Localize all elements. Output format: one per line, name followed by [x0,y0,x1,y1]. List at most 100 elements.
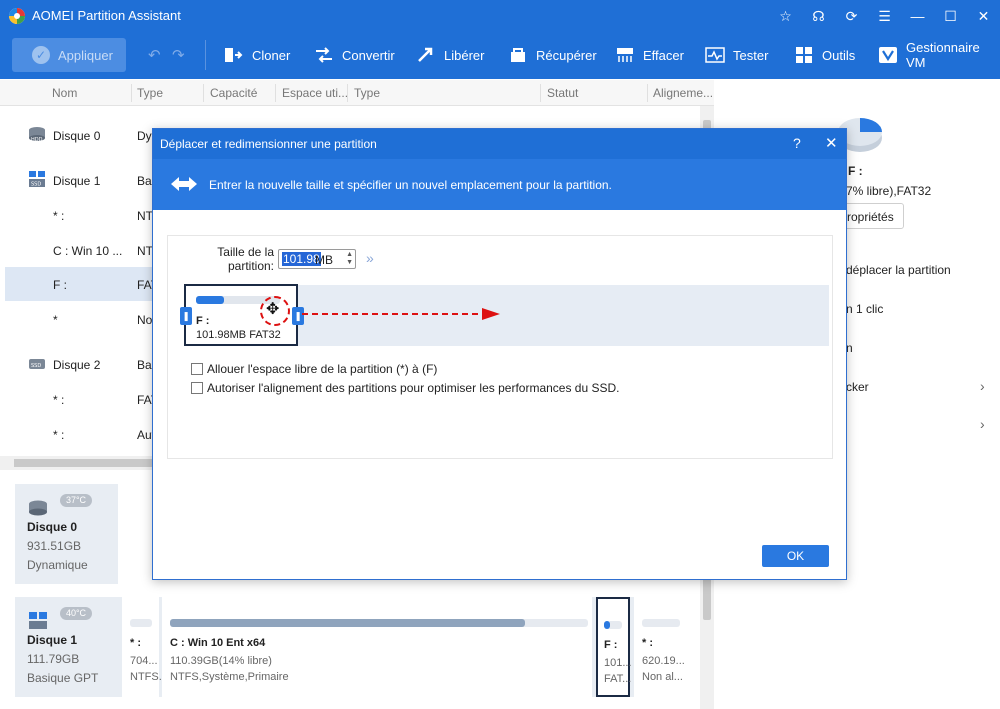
star-icon[interactable]: ☆ [769,0,802,32]
convert-button[interactable]: Convertir [314,42,395,68]
partition-label: F : [604,639,618,651]
dialog-title-bar: Déplacer et redimensionner une partition… [153,129,846,159]
column-header-capacity[interactable]: Capacité [210,86,257,100]
disk1-type: Basique GPT [27,671,99,685]
partition-block[interactable]: * : 704... NTFS... [122,597,168,697]
dialog-title: Déplacer et redimensionner une partition [160,137,377,151]
column-header-status[interactable]: Statut [547,86,578,100]
column-header-alignment[interactable]: Aligneme... [653,86,713,100]
svg-text:SSD: SSD [31,363,41,369]
row-type: Dy [137,129,152,143]
main-toolbar: ✓ Appliquer ↶ ↷ Cloner Convertir Libérer… [0,34,1000,76]
undo-icon[interactable]: ↶ [148,46,161,64]
dialog-instructions: Entrer la nouvelle taille et spécifier u… [209,178,612,192]
column-header-used-space[interactable]: Espace uti... [282,86,348,100]
check-icon: ✓ [32,46,50,64]
tools-button[interactable]: Outils [794,42,855,68]
vm-manager-button[interactable]: Gestionnaire VM [878,40,1000,70]
vm-icon [878,45,898,65]
vm-manager-label: Gestionnaire VM [906,40,980,70]
recover-button[interactable]: Récupérer [508,42,597,68]
redo-icon[interactable]: ↷ [172,46,185,64]
support-headset-icon[interactable]: ☊ [802,0,835,32]
row-name: * [53,313,58,327]
ssd-alignment-checkbox[interactable] [191,382,203,394]
wipe-button[interactable]: Effacer [615,42,684,68]
column-header-fs-type[interactable]: Type [354,86,380,100]
partition-block[interactable]: C : Win 10 Ent x64 110.39GB(14% libre) N… [162,597,592,697]
partition-size: 101... [604,657,632,669]
hdd-icon: HDD [29,127,45,143]
column-header-type[interactable]: Type [137,86,163,100]
clone-icon [224,45,244,65]
dialog-close-icon[interactable]: ✕ [825,134,838,152]
free-button[interactable]: Libérer [416,42,484,68]
partition-size-spinbox[interactable]: 101.98 MB ▲ ▼ [278,249,356,269]
selected-drive-letter: F : [848,164,863,178]
close-icon[interactable]: ✕ [967,0,1000,32]
row-name: Disque 1 [53,174,101,188]
drag-direction-arrow-icon [302,308,500,320]
partition-label: * : [642,637,653,649]
free-label: Libérer [444,47,485,63]
column-header-name[interactable]: Nom [52,86,77,100]
disk1-info: 40°C Disque 1 111.79GB Basique GPT [15,597,118,697]
svg-text:SSD: SSD [31,182,41,188]
op-move-partition[interactable]: déplacer la partition [846,263,951,277]
tools-icon [794,45,814,65]
toolbar-divider [205,40,206,70]
size-label: Taille de la partition: [217,245,274,273]
left-resize-handle[interactable]: ❚ [180,307,192,325]
help-icon[interactable]: ? [793,135,801,151]
spin-arrows-icon[interactable]: ▲ ▼ [346,251,353,267]
apply-button[interactable]: ✓ Appliquer [12,38,126,72]
partition-block[interactable]: * : 620.19... Non al... [634,597,687,697]
chevron-right-icon[interactable]: › [980,378,985,394]
partition-slider-detail: 101.98MB FAT32 [196,329,281,341]
wipe-icon [615,45,635,65]
partition-fs: FAT... [604,673,632,685]
svg-text:HDD: HDD [31,137,43,143]
row-name: F : [53,278,67,292]
refresh-icon[interactable]: ⟳ [835,0,868,32]
row-name: C : Win 10 ... [53,244,123,258]
menu-icon[interactable]: ☰ [868,0,901,32]
partition-block-selected[interactable]: F : 101... FAT... [596,597,632,697]
recover-icon [508,45,528,65]
move-cursor-icon[interactable]: ✥ [266,302,279,318]
convert-icon [314,45,334,65]
row-name: Disque 0 [53,129,101,143]
maximize-icon[interactable]: ☐ [934,0,967,32]
disk1-temperature-badge: 40°C [60,607,92,620]
minimize-icon[interactable]: — [901,0,934,32]
double-chevron-right-icon[interactable]: » [366,250,374,266]
op-one-click[interactable]: n 1 clic [846,302,883,316]
disk0-info: 37°C Disque 0 931.51GB Dynamique [15,484,118,584]
properties-label: ropriétés [847,210,894,224]
partition-size: 704... [130,655,158,667]
recover-label: Récupérer [536,47,597,63]
ssd-alignment-label: Autoriser l'alignement des partitions po… [207,381,620,395]
ok-button[interactable]: OK [762,545,829,567]
disk0-temperature-badge: 37°C [60,494,92,507]
row-name: * : [53,393,65,407]
op-item[interactable]: cker [846,380,869,394]
row-type: Ba [137,358,152,372]
clone-label: Cloner [252,47,291,63]
tools-label: Outils [822,47,856,63]
op-item[interactable]: n [846,341,853,355]
test-button[interactable]: Tester [705,42,768,68]
row-name: Disque 2 [53,358,101,372]
partition-label: C : Win 10 Ent x64 [170,637,266,649]
allocate-free-space-checkbox[interactable] [191,363,203,375]
disk-map-disk1[interactable]: 40°C Disque 1 111.79GB Basique GPT * : 7… [15,597,687,697]
partition-size: 110.39GB(14% libre) [170,655,272,667]
disk0-size: 931.51GB [27,539,82,553]
row-name: * : [53,428,65,442]
app-title: AOMEI Partition Assistant [32,8,181,23]
chevron-right-icon[interactable]: › [980,416,985,432]
row-type: Ba [137,174,152,188]
disk0-type: Dynamique [27,558,88,572]
resize-arrows-icon [171,177,197,191]
clone-button[interactable]: Cloner [224,42,290,68]
